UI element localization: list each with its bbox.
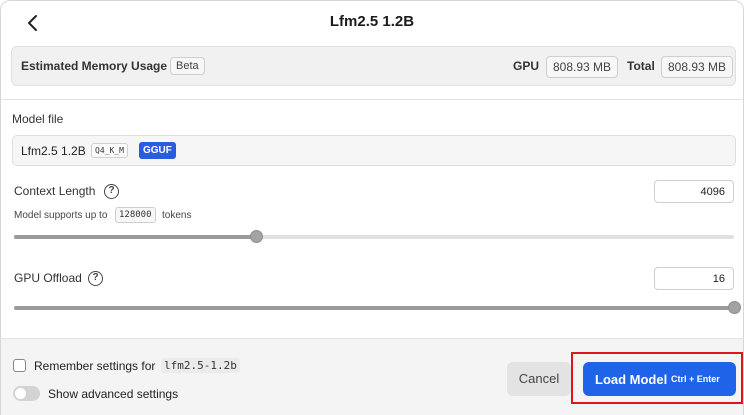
load-model-button[interactable]: Load Model Ctrl + Enter bbox=[583, 362, 736, 396]
header-divider bbox=[1, 99, 743, 100]
gpu-memory-label: GPU bbox=[513, 59, 540, 73]
model-file-name: Lfm2.5 1.2B bbox=[21, 144, 86, 158]
context-support-value: 128000 bbox=[115, 207, 156, 223]
total-memory-label: Total bbox=[627, 59, 655, 73]
context-length-slider-fill bbox=[14, 235, 256, 239]
toggle-knob bbox=[15, 388, 26, 399]
gpu-offload-help-icon[interactable]: ? bbox=[88, 271, 103, 286]
gpu-offload-slider-fill bbox=[14, 306, 734, 310]
gpu-offload-slider[interactable] bbox=[14, 301, 741, 314]
beta-badge: Beta bbox=[170, 57, 205, 75]
context-support-text: Model supports up to bbox=[14, 210, 108, 221]
advanced-settings-label: Show advanced settings bbox=[48, 387, 179, 401]
model-file-label: Model file bbox=[12, 112, 64, 126]
load-model-shortcut: Ctrl + Enter bbox=[671, 374, 720, 384]
context-length-slider[interactable] bbox=[14, 230, 734, 243]
load-model-dialog: Lfm2.5 1.2B Estimated Memory Usage Beta … bbox=[0, 0, 744, 415]
dialog-title: Lfm2.5 1.2B bbox=[329, 13, 415, 30]
context-length-input[interactable] bbox=[654, 180, 734, 203]
load-model-label: Load Model bbox=[595, 372, 668, 387]
quantization-tag: Q4_K_M bbox=[91, 143, 128, 158]
gpu-offload-label: GPU Offload bbox=[14, 271, 82, 285]
format-tag: GGUF bbox=[139, 142, 176, 159]
remember-settings-model-id: lfm2.5-1.2b bbox=[161, 358, 240, 373]
context-length-slider-thumb[interactable] bbox=[249, 230, 263, 243]
memory-usage-label: Estimated Memory Usage bbox=[21, 59, 168, 73]
gpu-offload-slider-thumb[interactable] bbox=[728, 301, 741, 314]
dialog-header: Lfm2.5 1.2B bbox=[1, 1, 743, 47]
advanced-settings-toggle[interactable] bbox=[13, 386, 40, 401]
remember-settings-label: Remember settings for bbox=[34, 359, 156, 373]
gpu-memory-value: 808.93 MB bbox=[546, 56, 619, 78]
memory-usage-bar: Estimated Memory Usage Beta GPU 808.93 M… bbox=[11, 46, 736, 86]
remember-settings-checkbox[interactable] bbox=[13, 359, 26, 372]
context-support-suffix: tokens bbox=[162, 210, 192, 221]
dialog-footer: Remember settings for lfm2.5-1.2b Show a… bbox=[1, 338, 743, 415]
total-memory-value: 808.93 MB bbox=[661, 56, 734, 78]
model-file-field[interactable]: Lfm2.5 1.2B Q4_K_M GGUF bbox=[12, 135, 736, 166]
context-length-label: Context Length bbox=[14, 184, 96, 198]
context-length-help-icon[interactable]: ? bbox=[104, 184, 119, 199]
cancel-button[interactable]: Cancel bbox=[507, 362, 571, 396]
gpu-offload-input[interactable] bbox=[654, 267, 734, 290]
